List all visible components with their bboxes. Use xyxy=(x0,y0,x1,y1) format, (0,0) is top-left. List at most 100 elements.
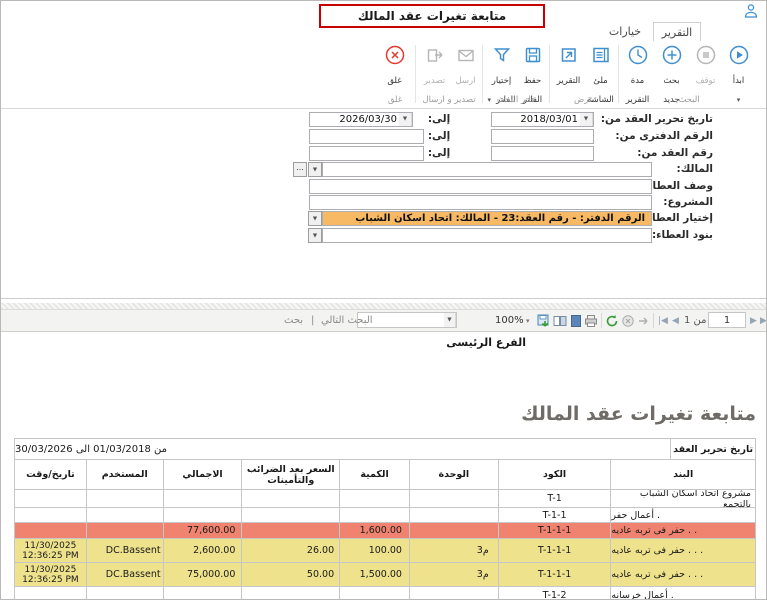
browse-ellipsis-button[interactable]: ... xyxy=(293,162,307,177)
header-total: الاجمالي xyxy=(163,460,242,489)
export-button[interactable]: تصدير xyxy=(418,43,451,93)
fullscreen-button[interactable]: ملئ الشاشة xyxy=(584,43,617,93)
report-view-label: التقرير xyxy=(557,76,581,86)
date-to-value: 2026/03/30 xyxy=(339,113,397,126)
chevron-down-icon[interactable]: ▼ xyxy=(580,113,593,126)
date-from-field[interactable]: 2018/03/01 ▼ xyxy=(491,112,594,127)
ribbon: غلق غلق تصدير ارسل تصدير و ارسال xyxy=(1,41,767,109)
group-label-filter: فلتر البحث xyxy=(484,95,548,105)
app-window: متابعة تغيرات عقد المالك التقرير خيارات … xyxy=(0,0,767,600)
tender-choice-combo[interactable]: الرقم الدفتر: - رقم العقد:23 - المالك: ا… xyxy=(322,211,652,226)
tender-desc-field[interactable] xyxy=(309,179,652,194)
header-item: البند xyxy=(610,460,755,489)
close-button[interactable]: غلق xyxy=(378,43,411,93)
cell-total: 75,000.00 xyxy=(163,563,242,586)
viewer-toolbar: بحث | ▼ البحث التالي 100% ▾ |◀ xyxy=(1,309,767,332)
choose-filter-button[interactable]: إختيار الفلتر ▾ xyxy=(485,43,518,93)
export-save-icon[interactable] xyxy=(537,310,551,331)
send-button[interactable]: ارسل xyxy=(449,43,482,93)
to-label: إلى: xyxy=(425,112,453,127)
refresh-icon[interactable] xyxy=(605,310,619,331)
cell-qty: 1,500.00 xyxy=(339,563,409,586)
cell-item: مشروع اتحاد اسكان الشباب بالتجمع xyxy=(610,490,755,507)
export-icon xyxy=(418,44,451,68)
ribbon-group-close: غلق غلق xyxy=(377,43,413,105)
cell-item: . أعمال خرسانه xyxy=(610,587,755,600)
user-icon[interactable] xyxy=(743,3,759,19)
report-duration-button[interactable]: مدة التقرير xyxy=(621,43,654,93)
play-icon xyxy=(722,44,755,68)
stop-icon xyxy=(689,44,722,68)
last-page-button[interactable]: ▶| xyxy=(760,310,767,331)
header-price: السعر بعد الضرائب والتأمينات xyxy=(241,460,339,489)
contract-no-from-field[interactable] xyxy=(491,146,594,161)
date-from-value: 2018/03/01 xyxy=(520,113,578,126)
tab-report-label: التقرير xyxy=(662,26,693,39)
book-no-to-field[interactable] xyxy=(309,129,424,144)
cell-qty: 1,600.00 xyxy=(339,523,409,538)
report-view-button[interactable]: التقرير xyxy=(552,43,585,93)
send-button-label: ارسل xyxy=(455,76,475,86)
splitter-line[interactable] xyxy=(1,298,767,299)
ribbon-group-view: التقرير ملئ الشاشة عرض xyxy=(551,43,617,105)
screen-icon xyxy=(584,44,617,68)
stop-label: توقف xyxy=(696,76,716,86)
table-row: T-1 مشروع اتحاد اسكان الشباب بالتجمع xyxy=(15,490,755,508)
cell-qty: 100.00 xyxy=(339,539,409,562)
report-table: من 01/03/2018 الى 30/03/2026 تاريخ تحرير… xyxy=(14,438,756,600)
chevron-down-icon[interactable]: ▼ xyxy=(399,113,412,126)
new-search-button[interactable]: بحث جديد xyxy=(655,43,688,93)
first-page-button[interactable]: |◀ xyxy=(658,310,668,331)
chevron-down-icon[interactable]: ▼ xyxy=(444,313,456,327)
next-page-button[interactable]: ▶ xyxy=(750,310,757,331)
start-button[interactable]: ابدأ ▾ xyxy=(722,43,755,93)
search-next-link[interactable]: البحث التالي xyxy=(321,310,373,331)
tab-report[interactable]: التقرير xyxy=(653,22,701,41)
tab-options-label: خيارات xyxy=(609,25,641,38)
forward-arrow-icon[interactable] xyxy=(637,310,651,331)
cell-code: T-1-1-1 xyxy=(498,539,611,562)
group-separator xyxy=(618,45,619,103)
book-no-from-field[interactable] xyxy=(491,129,594,144)
report-title: متابعة تغيرات عقد المالك xyxy=(399,403,756,425)
group-separator xyxy=(482,45,483,103)
owner-combo[interactable] xyxy=(322,162,652,177)
header-user: المستخدم xyxy=(86,460,163,489)
prev-page-button[interactable]: ◀ xyxy=(672,310,679,331)
tender-choice-value: الرقم الدفتر: - رقم العقد:23 - المالك: ا… xyxy=(355,212,645,226)
start-label: ابدأ xyxy=(733,76,745,86)
envelope-icon xyxy=(449,44,482,68)
cell-code: T-1 xyxy=(498,490,611,507)
table-row: T-1-2 . أعمال خرسانه xyxy=(15,587,755,600)
table-header-row: تاريخ/وقت المستخدم الاجمالي السعر بعد ال… xyxy=(15,460,755,490)
cell-price: 26.00 xyxy=(241,539,339,562)
cancel-icon[interactable] xyxy=(621,310,635,331)
plus-circle-icon xyxy=(655,44,688,68)
chevron-down-icon[interactable]: ▼ xyxy=(308,162,322,177)
stop-button[interactable]: توقف xyxy=(689,43,722,93)
contract-no-to-field[interactable] xyxy=(309,146,424,161)
save-filter-button[interactable]: حفظ الفلتر xyxy=(516,43,549,93)
header-code: الكود xyxy=(498,460,611,489)
date-to-field[interactable]: 2026/03/30 ▼ xyxy=(309,112,413,127)
zoom-dropdown-icon[interactable]: ▾ xyxy=(526,310,530,331)
tender-items-combo[interactable] xyxy=(322,228,652,243)
single-page-view-icon[interactable] xyxy=(569,310,583,331)
header-unit: الوحدة xyxy=(409,460,498,489)
two-page-view-icon[interactable] xyxy=(553,310,567,331)
print-icon[interactable] xyxy=(584,310,598,331)
cell-code: T-1-1 xyxy=(498,508,611,522)
project-field[interactable] xyxy=(309,195,652,210)
cell-total: 77,600.00 xyxy=(163,523,242,538)
cell-unit: م3 xyxy=(409,539,498,562)
cell-item: . . حفر فى تربه عاديه xyxy=(610,523,755,538)
window-title: متابعة تغيرات عقد المالك xyxy=(358,9,506,23)
search-link[interactable]: بحث xyxy=(284,310,303,331)
tab-options[interactable]: خيارات xyxy=(601,22,649,41)
page-number-input[interactable]: 1 xyxy=(708,312,746,328)
zoom-level[interactable]: 100% xyxy=(495,310,524,331)
chevron-down-icon[interactable]: ▼ xyxy=(308,228,322,243)
group-label-search: البحث xyxy=(620,95,758,105)
chevron-down-icon[interactable]: ▼ xyxy=(308,211,322,226)
table-row-highlight-yellow: 11/30/202512:36:25 PM DC.Bassent 2,600.0… xyxy=(15,539,755,563)
